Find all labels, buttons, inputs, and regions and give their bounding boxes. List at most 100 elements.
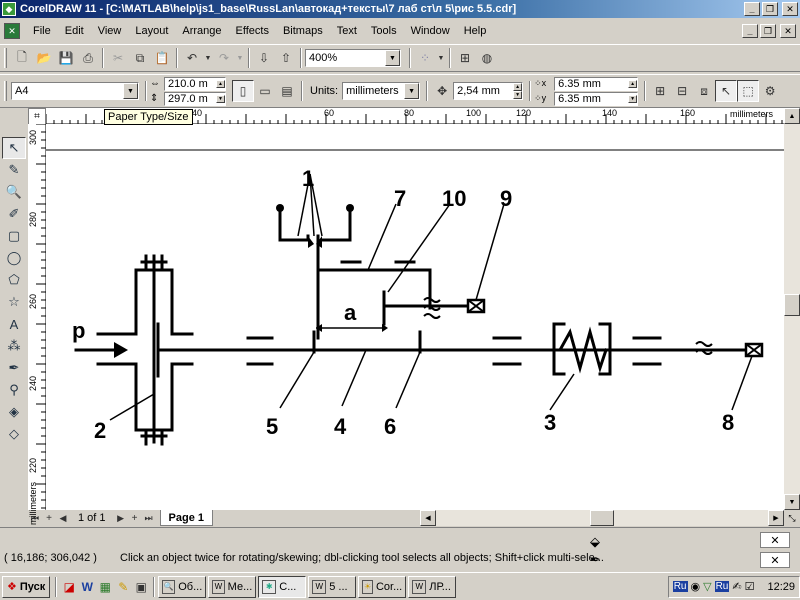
copy-icon[interactable]: ⧉ — [129, 47, 151, 69]
duplicate-x-spinner[interactable]: ▲ — [628, 79, 638, 88]
task-button-coreldraw[interactable]: ✱ C... — [258, 575, 307, 598]
last-page-icon[interactable]: ⏭ — [142, 507, 156, 529]
import-icon[interactable]: ⇩ — [253, 47, 275, 69]
restore-button[interactable]: ❐ — [762, 2, 778, 16]
language-indicator[interactable]: Ru — [672, 581, 688, 592]
prev-page-icon[interactable]: ◀ — [56, 507, 70, 529]
eyedropper-tool-icon[interactable]: ✒ — [2, 357, 26, 379]
polygon-tool-icon[interactable]: ⬠ — [2, 269, 26, 291]
paper-type-select[interactable]: A4 ▼ — [11, 82, 139, 100]
scroll-left-icon[interactable]: ◀ — [420, 510, 436, 526]
page-height-input[interactable]: 297.0 m ▼ — [164, 91, 226, 106]
zoom-tool-icon[interactable]: 🔍 — [2, 181, 26, 203]
close-button[interactable]: ✕ — [782, 2, 798, 16]
landscape-icon[interactable]: ▭ — [254, 80, 276, 102]
rectangle-tool-icon[interactable]: ▢ — [2, 225, 26, 247]
vertical-scrollbar[interactable]: ▲ ▼ — [784, 108, 800, 510]
horizontal-scrollbar[interactable]: ◀ ▶ — [420, 510, 784, 526]
menu-layout[interactable]: Layout — [128, 25, 175, 37]
keyboard-layout-indicator[interactable]: Ru — [714, 581, 730, 592]
tray-pen-icon[interactable]: ✍ — [732, 580, 741, 593]
add-page-before-icon[interactable]: + — [42, 507, 56, 529]
coreldraw-app-icon[interactable]: ◆ — [2, 2, 16, 16]
doc-minimize-button[interactable]: _ — [742, 24, 758, 38]
quicklaunch-excel-icon[interactable]: ▦ — [96, 576, 114, 598]
print-icon[interactable]: ⎙ — [77, 47, 99, 69]
first-page-icon[interactable]: ⏮ — [28, 507, 42, 529]
duplicate-y-input[interactable]: 6.35 mm ▼ — [554, 91, 639, 106]
chevron-down-icon[interactable]: ▼ — [385, 50, 400, 66]
outline-tool-icon[interactable]: ⚲ — [2, 379, 26, 401]
add-page-after-icon[interactable]: + — [128, 507, 142, 529]
snap-options-icon[interactable]: ⁘ — [414, 47, 436, 69]
menu-view[interactable]: View — [91, 25, 129, 37]
save-icon[interactable]: 💾 — [55, 47, 77, 69]
task-button-4[interactable]: W5 ... — [308, 575, 357, 598]
menu-effects[interactable]: Effects — [229, 25, 276, 37]
vertical-scroll-thumb[interactable] — [784, 294, 800, 316]
duplicate-x-input[interactable]: 6.35 mm ▲ — [554, 76, 639, 91]
text-tool-icon[interactable]: A — [2, 313, 26, 335]
export-icon[interactable]: ⇧ — [275, 47, 297, 69]
nudge-spinner[interactable]: ▲ ▼ — [513, 83, 523, 99]
snap-dropdown-icon[interactable]: ▼ — [436, 47, 446, 69]
ruler-origin-icon[interactable]: ⌗ — [28, 108, 46, 125]
interactive-fill-tool-icon[interactable]: ◇ — [2, 423, 26, 445]
shape-tool-icon[interactable]: ✎ — [2, 159, 26, 181]
open-icon[interactable]: 📂 — [33, 47, 55, 69]
cut-icon[interactable]: ✂ — [107, 47, 129, 69]
task-button-2[interactable]: W Ме... — [208, 575, 257, 598]
quicklaunch-desktop-icon[interactable]: ▣ — [132, 576, 150, 598]
quicklaunch-acrobat-icon[interactable]: ◪ — [60, 576, 78, 598]
navigator-icon[interactable]: ⤡ — [784, 510, 800, 526]
toolbar-grip[interactable] — [4, 48, 7, 68]
corel-online-icon[interactable]: ◍ — [476, 47, 498, 69]
fill-tool-icon[interactable]: ◈ — [2, 401, 26, 423]
scroll-down-icon[interactable]: ▼ — [784, 494, 800, 510]
menu-tools[interactable]: Tools — [364, 25, 404, 37]
star-tool-icon[interactable]: ☆ — [2, 291, 26, 313]
fill-none-swatch[interactable]: ✕ — [760, 532, 790, 548]
options-icon[interactable]: ⚙ — [759, 80, 781, 102]
portrait-icon[interactable]: ▯ — [232, 80, 254, 102]
new-icon[interactable]: 🗋 — [11, 47, 33, 69]
task-button-5[interactable]: ☀ Cor... — [358, 575, 407, 598]
doc-restore-button[interactable]: ❐ — [760, 24, 776, 38]
task-button-6[interactable]: W ЛР... — [408, 575, 457, 598]
freehand-tool-icon[interactable]: ✐ — [2, 203, 26, 225]
next-page-icon[interactable]: ▶ — [114, 507, 128, 529]
snap-to-guidelines-icon[interactable]: ⊟ — [671, 80, 693, 102]
menu-arrange[interactable]: Arrange — [175, 25, 228, 37]
tray-checkbox-icon[interactable]: ☑ — [745, 580, 755, 593]
tray-filter-icon[interactable]: ▽ — [703, 580, 711, 593]
snap-to-grid-icon[interactable]: ⊞ — [649, 80, 671, 102]
menu-help[interactable]: Help — [457, 25, 494, 37]
ellipse-tool-icon[interactable]: ◯ — [2, 247, 26, 269]
tray-target-icon[interactable]: ◉ — [691, 580, 701, 593]
page-width-input[interactable]: 210.0 m ▲ — [164, 76, 226, 91]
application-launcher-icon[interactable]: ⊞ — [454, 47, 476, 69]
treat-as-filled-icon[interactable]: ↖ — [715, 80, 738, 102]
document-icon[interactable]: ✕ — [4, 23, 20, 39]
redo-icon[interactable]: ↷ — [213, 47, 235, 69]
start-button[interactable]: ❖ Пуск — [2, 575, 51, 598]
horizontal-scroll-thumb[interactable] — [590, 510, 614, 526]
menu-text[interactable]: Text — [330, 25, 364, 37]
scroll-right-icon[interactable]: ▶ — [768, 510, 784, 526]
vertical-ruler[interactable]: 300 280 260 240 220 millimeters — [28, 123, 46, 525]
outline-none-swatch[interactable]: ✕ — [760, 552, 790, 568]
tab-page-1[interactable]: Page 1 — [159, 510, 213, 526]
draw-object-icon[interactable]: ⬚ — [737, 80, 760, 102]
menu-window[interactable]: Window — [404, 25, 457, 37]
paste-icon[interactable]: 📋 — [151, 47, 173, 69]
snap-to-objects-icon[interactable]: ⧈ — [693, 80, 715, 102]
scroll-up-icon[interactable]: ▲ — [784, 108, 800, 124]
nudge-offset-input[interactable]: 2,54 mm ▲ ▼ — [453, 82, 524, 100]
quicklaunch-notes-icon[interactable]: ✎ — [114, 576, 132, 598]
chevron-down-icon[interactable]: ▼ — [123, 83, 138, 99]
quicklaunch-word-icon[interactable]: W — [78, 576, 96, 598]
menu-file[interactable]: File — [26, 25, 58, 37]
interactive-blend-tool-icon[interactable]: ⁂ — [2, 335, 26, 357]
page-width-spinner[interactable]: ▲ — [216, 79, 225, 88]
redo-dropdown-icon[interactable]: ▼ — [235, 47, 245, 69]
